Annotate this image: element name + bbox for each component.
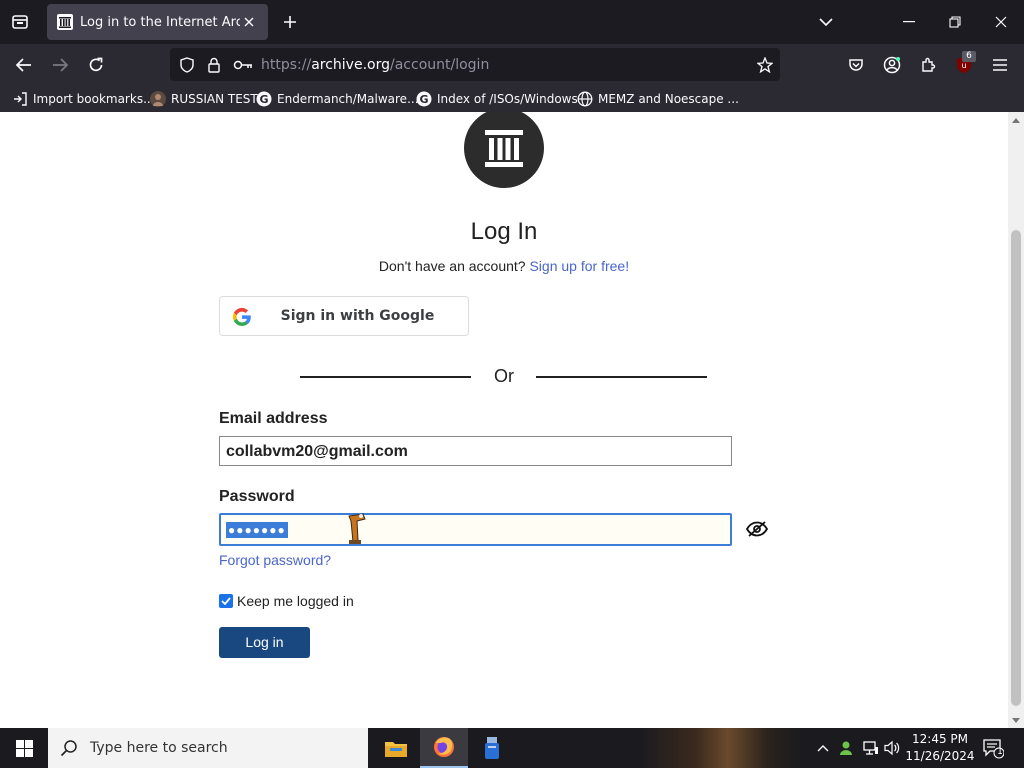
minimize-icon[interactable] [886,0,932,44]
bookmark-star-icon[interactable] [756,56,774,74]
no-account-text: Don't have an account? [378,258,526,274]
google-icon: G [416,91,432,107]
page-scrollbar[interactable] [1008,112,1024,728]
url-bar[interactable]: https://archive.org/account/login [170,48,780,81]
url-scheme: https:// [261,57,312,73]
bookmark-label: Endermanch/Malware... [277,92,419,106]
password-label: Password [219,488,295,505]
firefox-view-icon[interactable] [8,10,32,34]
svg-text:u: u [961,61,966,70]
bookmark-item[interactable]: G Index of /ISOs/Windows [416,90,578,108]
signup-link[interactable]: Sign up for free! [529,258,629,274]
globe-icon [577,91,593,107]
google-signin-button[interactable]: Sign in with Google [219,296,469,336]
import-icon [12,91,28,107]
scrollbar-thumb[interactable] [1011,230,1021,706]
bookmarks-toolbar: Import bookmarks... RUSSIAN TEST G Ender… [0,86,1024,112]
usb-drive-app-icon[interactable] [468,728,516,768]
url-path: /account/login [390,57,490,73]
bookmark-label: RUSSIAN TEST [171,92,258,106]
search-icon [60,740,77,757]
page-content: Log In Don't have an account? Sign up fo… [0,112,1008,728]
divider-left [300,376,471,378]
network-icon[interactable] [862,739,880,757]
firefox-taskbar-icon[interactable] [420,728,468,768]
list-all-tabs-icon[interactable] [814,10,838,34]
lock-icon[interactable] [205,56,223,74]
email-field[interactable]: collabvm20@gmail.com [219,436,732,466]
signup-prompt: Don't have an account? Sign up for free! [0,258,1008,274]
archive-favicon-icon [57,14,73,30]
bookmark-item[interactable]: MEMZ and Noescape ... [577,90,739,108]
extensions-icon[interactable] [915,52,941,78]
bookmark-label: MEMZ and Noescape ... [598,92,739,106]
tab-active[interactable]: Log in to the Internet Archive [47,4,268,40]
bookmark-item[interactable]: G Endermanch/Malware... [256,90,419,108]
tab-title: Log in to the Internet Archive [80,14,240,30]
google-icon: G [256,91,272,107]
tab-bar: Log in to the Internet Archive [0,0,1024,44]
page-title: Log In [470,218,538,245]
password-mask: ●●●●●●● [226,522,288,538]
tracking-shield-icon[interactable] [178,56,196,74]
clock-date: 11/26/2024 [905,749,975,763]
svg-text:G: G [259,93,268,106]
notifications-icon[interactable]: 1 [982,737,1004,759]
search-placeholder: Type here to search [90,740,228,756]
extension-badge: 6 [962,51,976,62]
forward-arrow-icon[interactable] [47,52,73,78]
back-arrow-icon[interactable] [11,52,37,78]
file-explorer-icon[interactable] [372,728,420,768]
bookmark-label: Import bookmarks... [33,92,155,106]
bookmark-item[interactable]: RUSSIAN TEST [150,90,258,108]
keep-logged-in-option[interactable]: Keep me logged in [219,593,354,609]
taskbar-search-box[interactable]: Type here to search [48,728,368,768]
url-text[interactable]: https://archive.org/account/login [261,57,489,73]
system-clock[interactable]: 12:45 PM 11/26/2024 [905,731,975,765]
email-label: Email address [219,410,328,427]
user-tray-icon[interactable] [838,739,856,757]
animated-cursor-icon [348,513,366,544]
show-password-eye-icon[interactable] [745,519,769,539]
wallpaper-peek [640,728,800,768]
clock-time: 12:45 PM [912,732,968,746]
divider-right [536,376,707,378]
hamburger-menu-icon[interactable] [987,52,1013,78]
google-signin-label: Sign in with Google [280,308,435,324]
keep-logged-in-label: Keep me logged in [237,593,354,609]
restore-icon[interactable] [932,0,978,44]
scroll-up-icon[interactable] [1011,115,1021,125]
keep-logged-in-checkbox[interactable] [219,594,233,608]
or-divider-text: Or [494,366,514,386]
svg-text:G: G [419,93,428,106]
notification-count: 1 [997,747,1003,757]
internet-archive-logo-icon[interactable] [464,112,544,188]
pocket-icon[interactable] [843,52,869,78]
scroll-down-icon[interactable] [1011,715,1021,725]
close-tab-icon[interactable] [240,13,258,31]
url-host: archive.org [311,57,390,73]
forgot-password-link[interactable]: Forgot password? [219,552,331,568]
bookmark-item[interactable]: Import bookmarks... [12,90,155,108]
volume-icon[interactable] [884,739,902,757]
account-icon[interactable] [879,52,905,78]
bookmark-label: Index of /ISOs/Windows [437,92,578,106]
new-tab-icon[interactable] [278,10,302,34]
login-button[interactable]: Log in [219,627,310,658]
password-field[interactable]: ●●●●●●● [219,513,732,546]
windows-start-icon[interactable] [0,728,48,768]
show-hidden-icons-icon[interactable] [814,739,832,757]
reload-icon[interactable] [83,52,109,78]
close-window-icon[interactable] [978,0,1024,44]
windows-taskbar: Type here to search 12:45 PM 11/26/2024 … [0,728,1024,768]
key-icon[interactable] [232,56,254,74]
avatar-icon [150,91,166,107]
